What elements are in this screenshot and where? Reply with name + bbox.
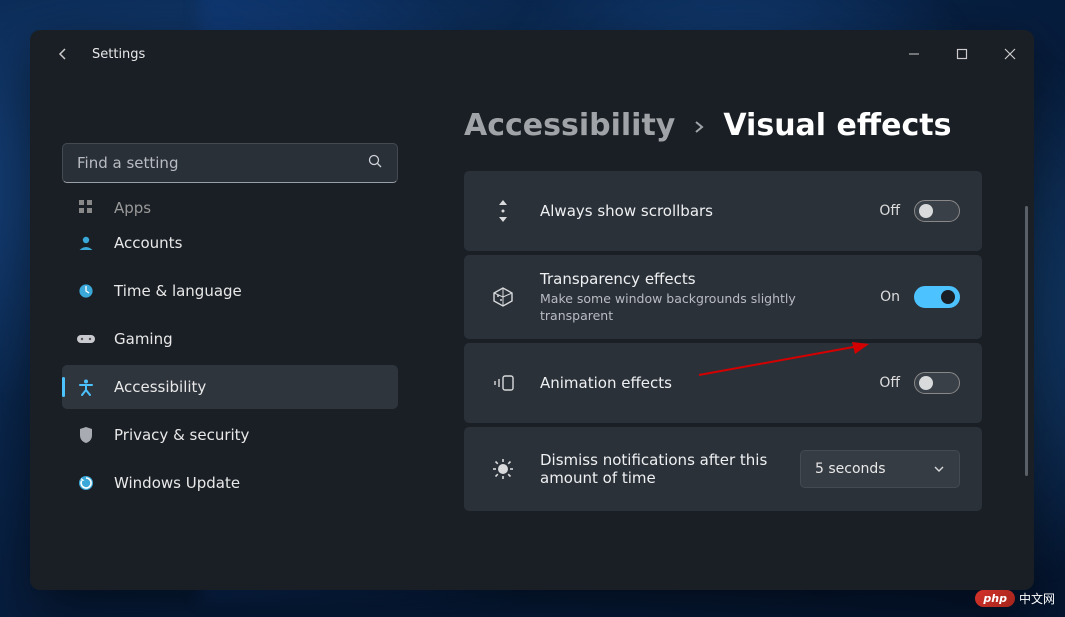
dropdown-value: 5 seconds: [815, 461, 886, 477]
sidebar-item-label: Windows Update: [114, 474, 240, 492]
breadcrumb-parent[interactable]: Accessibility: [464, 108, 675, 143]
app-title: Settings: [92, 47, 145, 62]
watermark: php 中文网: [975, 590, 1055, 607]
titlebar: Settings: [30, 30, 1034, 78]
setting-animation: Animation effects Off: [464, 343, 982, 423]
sidebar-item-time-language[interactable]: Time & language: [62, 269, 398, 313]
sidebar-item-apps[interactable]: Apps: [62, 195, 398, 217]
scrollbar[interactable]: [1025, 206, 1028, 476]
sidebar-item-gaming[interactable]: Gaming: [62, 317, 398, 361]
sidebar-item-label: Gaming: [114, 330, 173, 348]
animation-toggle[interactable]: [914, 372, 960, 394]
window-controls: [890, 30, 1034, 78]
sidebar-item-label: Privacy & security: [114, 426, 249, 444]
scrollbars-icon: [486, 198, 520, 224]
sidebar-item-label: Apps: [114, 199, 151, 217]
setting-subtitle: Make some window backgrounds slightly tr…: [540, 290, 800, 325]
maximize-button[interactable]: [938, 30, 986, 78]
toggle-state-label: Off: [879, 203, 900, 219]
search-placeholder: Find a setting: [77, 154, 368, 172]
setting-title: Transparency effects: [540, 270, 860, 288]
content: Accessibility Visual effects Always show…: [418, 78, 1034, 590]
transparency-toggle[interactable]: [914, 286, 960, 308]
sidebar-item-label: Time & language: [114, 282, 242, 300]
toggle-state-label: On: [880, 289, 900, 305]
setting-transparency: Transparency effects Make some window ba…: [464, 255, 982, 339]
watermark-badge: php: [975, 590, 1015, 607]
search-input[interactable]: Find a setting: [62, 143, 398, 183]
transparency-icon: [486, 285, 520, 309]
minimize-button[interactable]: [890, 30, 938, 78]
sidebar-item-accessibility[interactable]: Accessibility: [62, 365, 398, 409]
sidebar-item-label: Accounts: [114, 234, 182, 252]
sidebar-item-accounts[interactable]: Accounts: [62, 221, 398, 265]
breadcrumb-current: Visual effects: [723, 108, 951, 143]
close-button[interactable]: [986, 30, 1034, 78]
sidebar-item-windows-update[interactable]: Windows Update: [62, 461, 398, 505]
dismiss-timeout-dropdown[interactable]: 5 seconds: [800, 450, 960, 488]
scrollbars-toggle[interactable]: [914, 200, 960, 222]
accounts-icon: [76, 233, 96, 253]
chevron-down-icon: [933, 461, 945, 477]
sidebar-item-privacy-security[interactable]: Privacy & security: [62, 413, 398, 457]
settings-window: Settings Find a setting: [30, 30, 1034, 590]
apps-icon: [76, 197, 96, 217]
toggle-state-label: Off: [879, 375, 900, 391]
breadcrumb: Accessibility Visual effects: [464, 108, 1010, 143]
privacy-security-icon: [76, 425, 96, 445]
sidebar: Find a setting Apps Accounts: [30, 78, 418, 590]
setting-title: Always show scrollbars: [540, 202, 859, 220]
search-icon: [368, 154, 383, 173]
animation-icon: [486, 374, 520, 392]
chevron-right-icon: [693, 119, 705, 140]
gaming-icon: [76, 329, 96, 349]
setting-scrollbars: Always show scrollbars Off: [464, 171, 982, 251]
setting-title: Animation effects: [540, 374, 859, 392]
setting-title: Dismiss notifications after this amount …: [540, 451, 780, 487]
time-language-icon: [76, 281, 96, 301]
setting-dismiss-notifications: Dismiss notifications after this amount …: [464, 427, 982, 511]
back-button[interactable]: [52, 46, 74, 62]
nav: Apps Accounts Time & language: [62, 195, 398, 505]
dismiss-notifications-icon: [486, 457, 520, 481]
sidebar-item-label: Accessibility: [114, 378, 206, 396]
accessibility-icon: [76, 377, 96, 397]
windows-update-icon: [76, 473, 96, 493]
watermark-text: 中文网: [1019, 590, 1055, 607]
settings-list: Always show scrollbars Off Transparency …: [464, 171, 1010, 511]
